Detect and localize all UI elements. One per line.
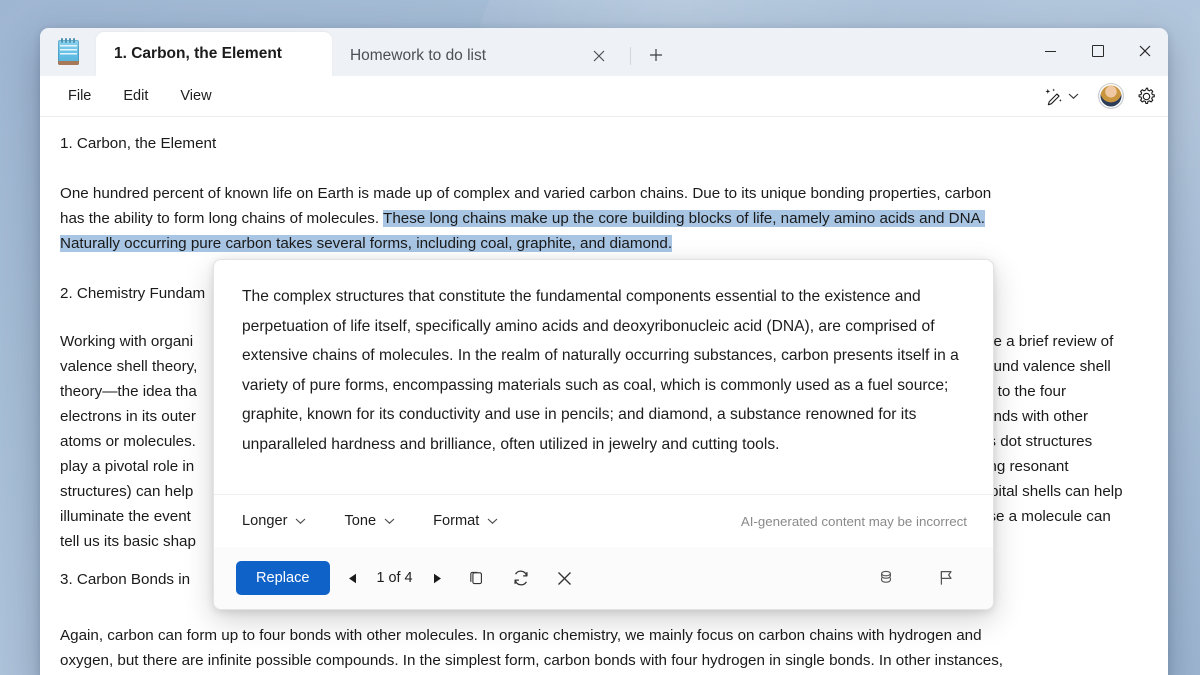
chevron-down-icon bbox=[487, 517, 498, 525]
option-label: Format bbox=[433, 513, 480, 529]
ai-disclaimer: AI-generated content may be incorrect bbox=[740, 513, 967, 529]
document-right-line: ound valence shell bbox=[985, 358, 1111, 375]
document-paragraph-3-line-1: Again, carbon can form up to four bonds … bbox=[60, 627, 982, 644]
credits-stack-icon[interactable] bbox=[869, 563, 903, 593]
copy-icon[interactable] bbox=[460, 563, 494, 593]
tab-label: Homework to do list bbox=[349, 47, 487, 64]
ai-rewrite-text: The complex structures that constitute t… bbox=[242, 288, 959, 453]
document-left-line: electrons in its outer bbox=[60, 408, 196, 425]
flag-icon[interactable] bbox=[929, 563, 963, 593]
plain-text: has the ability to form long chains of m… bbox=[60, 210, 384, 227]
chevron-down-icon bbox=[295, 517, 306, 525]
document-right-line: is dot structures bbox=[985, 433, 1093, 450]
document-left-line: structures) can help bbox=[60, 483, 194, 500]
document-heading-3: 3. Carbon Bonds in bbox=[60, 571, 195, 588]
previous-suggestion-button[interactable] bbox=[340, 565, 366, 591]
window-controls bbox=[1027, 28, 1168, 74]
document-heading-2: 2. Chemistry Fundam bbox=[60, 285, 206, 302]
menu-bar-right-controls bbox=[1038, 76, 1156, 116]
document-paragraph-1-line-1: One hundred percent of known life on Ear… bbox=[60, 185, 992, 202]
desktop-background: 1. Carbon, the Element Homework to do li… bbox=[0, 0, 1200, 675]
document-heading-1: 1. Carbon, the Element bbox=[60, 135, 217, 152]
tab-divider bbox=[629, 47, 631, 65]
tab-label: 1. Carbon, the Element bbox=[114, 45, 282, 62]
option-format[interactable]: Format bbox=[431, 509, 500, 533]
maximize-button[interactable] bbox=[1074, 28, 1121, 74]
gear-icon[interactable] bbox=[1137, 87, 1156, 106]
close-icon[interactable] bbox=[586, 43, 612, 69]
document-right-line: ise a molecule can bbox=[985, 508, 1111, 525]
document-left-line: atoms or molecules. bbox=[60, 433, 196, 450]
ai-rewrite-text-container[interactable]: The complex structures that constitute t… bbox=[214, 260, 993, 494]
chevron-down-icon bbox=[1068, 92, 1079, 100]
tab-carbon-the-element[interactable]: 1. Carbon, the Element bbox=[96, 32, 332, 76]
document-left-line: play a pivotal role in bbox=[60, 458, 195, 475]
menu-item-edit[interactable]: Edit bbox=[109, 83, 162, 109]
document-paragraph-3-line-2: oxygen, but there are infinite possible … bbox=[60, 652, 1004, 669]
new-tab-button[interactable] bbox=[641, 40, 671, 70]
menu-item-view[interactable]: View bbox=[166, 83, 225, 109]
tab-strip: 1. Carbon, the Element Homework to do li… bbox=[40, 28, 1168, 76]
notepad-window: 1. Carbon, the Element Homework to do li… bbox=[40, 28, 1168, 675]
document-area[interactable]: 1. Carbon, the Element One hundred perce… bbox=[40, 117, 1168, 675]
selected-text: Naturally occurring pure carbon takes se… bbox=[60, 235, 673, 252]
ai-rewrite-popup: The complex structures that constitute t… bbox=[213, 259, 994, 610]
minimize-button[interactable] bbox=[1027, 28, 1074, 74]
selected-text: These long chains make up the core build… bbox=[383, 210, 985, 227]
option-tone[interactable]: Tone bbox=[342, 509, 397, 533]
ai-rewrite-action-bar: Replace 1 of 4 bbox=[214, 547, 993, 609]
document-right-line: onds with other bbox=[985, 408, 1088, 425]
refresh-icon[interactable] bbox=[504, 563, 538, 593]
close-button[interactable] bbox=[1121, 28, 1168, 74]
ai-rewrite-options-bar: Longer Tone Format AI-generated content … bbox=[214, 494, 993, 547]
notepad-icon bbox=[57, 37, 79, 65]
document-left-line: tell us its basic shap bbox=[60, 533, 196, 550]
suggestion-pager: 1 of 4 bbox=[376, 570, 413, 586]
avatar[interactable] bbox=[1099, 84, 1123, 108]
document-left-line: Working with organi bbox=[60, 333, 194, 350]
ai-secondary-actions bbox=[865, 563, 963, 593]
menu-bar: File Edit View bbox=[40, 76, 1168, 117]
document-left-line: illuminate the event bbox=[60, 508, 191, 525]
ai-rewrite-button[interactable] bbox=[1038, 83, 1085, 110]
document-right-line: ing resonant bbox=[985, 458, 1069, 475]
document-right-line: rbital shells can help bbox=[985, 483, 1123, 500]
option-longer[interactable]: Longer bbox=[240, 509, 308, 533]
notepad-rings bbox=[60, 37, 76, 43]
document-right-line: e to the four bbox=[985, 383, 1067, 400]
ai-navigation-group: 1 of 4 bbox=[340, 563, 582, 593]
close-icon[interactable] bbox=[548, 563, 582, 593]
document-left-line: theory—the idea tha bbox=[60, 383, 197, 400]
option-label: Longer bbox=[242, 513, 288, 529]
app-icon-container bbox=[40, 28, 96, 76]
ai-pen-sparkle-icon bbox=[1045, 88, 1062, 105]
option-label: Tone bbox=[344, 513, 377, 529]
tab-homework-to-do-list[interactable]: Homework to do list bbox=[332, 36, 626, 76]
next-suggestion-button[interactable] bbox=[424, 565, 450, 591]
document-paragraph-1-line-3: Naturally occurring pure carbon takes se… bbox=[60, 231, 673, 256]
document-left-line: valence shell theory, bbox=[60, 358, 198, 375]
chevron-down-icon bbox=[384, 517, 395, 525]
document-paragraph-1-line-2: has the ability to form long chains of m… bbox=[60, 206, 985, 231]
menu-item-file[interactable]: File bbox=[54, 83, 105, 109]
document-right-line: de a brief review of bbox=[985, 333, 1114, 350]
replace-button[interactable]: Replace bbox=[236, 561, 330, 595]
